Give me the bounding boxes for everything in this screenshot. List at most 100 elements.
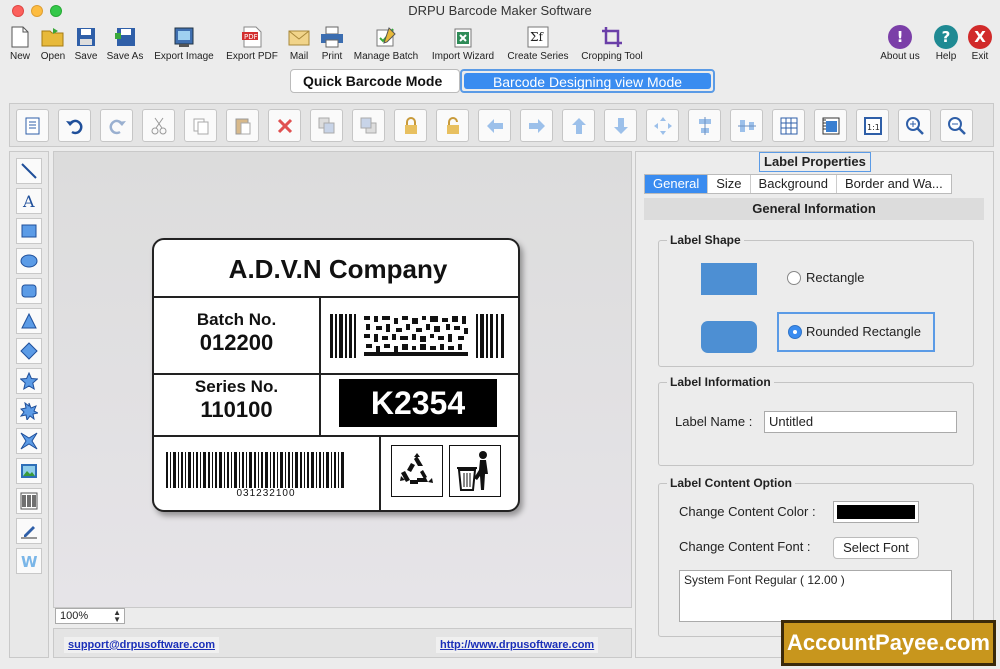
unlock-button[interactable] [436,109,469,142]
diamond-tool[interactable] [16,338,42,364]
sparkle-tool[interactable] [16,428,42,454]
content-color-picker[interactable] [833,501,919,523]
toolbar-export-image-button[interactable]: Export Image [151,24,217,62]
paste-icon [235,118,250,134]
rounded-rectangle-radio[interactable] [788,325,802,339]
label-divider [379,435,381,510]
watermark-tool[interactable]: W [16,548,42,574]
toolbar-help-button[interactable]: ? Help [932,24,960,62]
actual-size-button[interactable]: 1:1 [856,109,889,142]
window-minimize-button[interactable] [31,5,43,17]
delete-button[interactable] [268,109,301,142]
barcode-icon [20,492,38,510]
ellipse-tool[interactable] [16,248,42,274]
ruler-button[interactable] [814,109,847,142]
rectangle-radio[interactable] [787,271,801,285]
toolbar-open-button[interactable]: Open [38,24,68,62]
triangle-icon [21,312,37,329]
cut-button[interactable] [142,109,175,142]
tab-general[interactable]: General [645,175,709,193]
rectangle-preview [701,263,757,295]
toolbar-save-button[interactable]: Save [72,24,100,62]
align-horizontal-button[interactable] [730,109,763,142]
zoom-in-icon [905,116,924,135]
toolbar-create-series-button[interactable]: Σf Create Series [504,24,572,62]
text-tool[interactable]: A [16,188,42,214]
toolbar-new-button[interactable]: New [7,24,33,62]
batch-field[interactable]: Batch No. 012200 [154,310,319,356]
redo-button[interactable] [100,109,133,142]
move-left-button[interactable] [478,109,511,142]
toolbar-export-pdf-button[interactable]: PDF Export PDF [224,24,280,62]
lock-icon [404,116,417,134]
mode-switcher: Quick Barcode Mode Barcode Designing vie… [0,66,1000,96]
zoom-in-button[interactable] [898,109,931,142]
designing-view-mode-button[interactable]: Barcode Designing view Mode [460,69,715,93]
align-vertical-button[interactable] [688,109,721,142]
recycle-icon [400,453,433,484]
datamatrix-barcode[interactable] [330,312,506,360]
quick-barcode-mode-button[interactable]: Quick Barcode Mode [290,69,460,93]
svg-text:PDF: PDF [244,33,258,41]
linear-barcode[interactable] [166,452,366,488]
bring-front-button[interactable] [310,109,343,142]
series-field[interactable]: Series No. 110100 [154,377,319,423]
align-vertical-icon [698,116,711,135]
copy-icon [193,118,208,134]
undo-button[interactable] [58,109,91,142]
window-close-button[interactable] [12,5,24,17]
watermark-badge: AccountPayee.com [781,620,996,666]
select-font-button[interactable]: Select Font [833,537,919,559]
grid-icon [780,117,797,134]
move-right-button[interactable] [520,109,553,142]
lock-button[interactable] [394,109,427,142]
image-tool[interactable] [16,458,42,484]
undo-icon [65,119,82,134]
tab-size[interactable]: Size [708,175,751,193]
move-down-button[interactable] [604,109,637,142]
toolbar-mail-button[interactable]: Mail [286,24,312,62]
send-back-button[interactable] [352,109,385,142]
triangle-tool[interactable] [16,308,42,334]
move-up-button[interactable] [562,109,595,142]
star-tool[interactable] [16,368,42,394]
tab-border[interactable]: Border and Wa... [837,175,951,193]
toolbar-import-wizard-button[interactable]: Import Wizard [428,24,498,62]
zoom-select[interactable]: 100% ▲ ▼ [55,608,125,624]
main-toolbar: New Open Save Save As Export Image PDF E… [0,22,1000,66]
code-text[interactable]: K2354 [339,379,497,427]
rounded-rectangle-option[interactable]: Rounded Rectangle [777,312,935,352]
company-name[interactable]: A.D.V.N Company [154,240,518,298]
copy-button[interactable] [184,109,217,142]
paste-button[interactable] [226,109,259,142]
recycle-symbol[interactable] [391,445,443,497]
properties-button[interactable] [16,109,49,142]
zoom-out-button[interactable] [940,109,973,142]
line-tool[interactable] [16,158,42,184]
toolbar-about-button[interactable]: ! About us [876,24,924,62]
label-divider [154,435,518,437]
barcode-tool[interactable] [16,488,42,514]
toolbar-cropping-tool-button[interactable]: Cropping Tool [578,24,646,62]
svg-text:A: A [22,192,35,210]
toolbar-print-button[interactable]: Print [318,24,346,62]
burst-tool[interactable] [16,398,42,424]
svg-text:Σf: Σf [530,30,544,44]
barcode-label[interactable]: A.D.V.N Company Batch No. 012200 Series … [152,238,520,512]
window-maximize-button[interactable] [50,5,62,17]
signature-tool[interactable] [16,518,42,544]
website-link[interactable]: http://www.drpusoftware.com [436,637,599,653]
toolbar-manage-batch-button[interactable]: Manage Batch [351,24,421,62]
tab-background[interactable]: Background [751,175,837,193]
center-button[interactable] [646,109,679,142]
new-file-icon [7,24,33,50]
rectangle-tool[interactable] [16,218,42,244]
support-email-link[interactable]: support@drpusoftware.com [64,637,220,653]
label-divider [319,298,321,435]
toolbar-save-as-button[interactable]: Save As [104,24,146,62]
rounded-rectangle-tool[interactable] [16,278,42,304]
toolbar-exit-button[interactable]: X Exit [966,24,994,62]
dispose-symbol[interactable] [449,445,501,497]
grid-button[interactable] [772,109,805,142]
label-name-input[interactable]: Untitled [764,411,957,433]
